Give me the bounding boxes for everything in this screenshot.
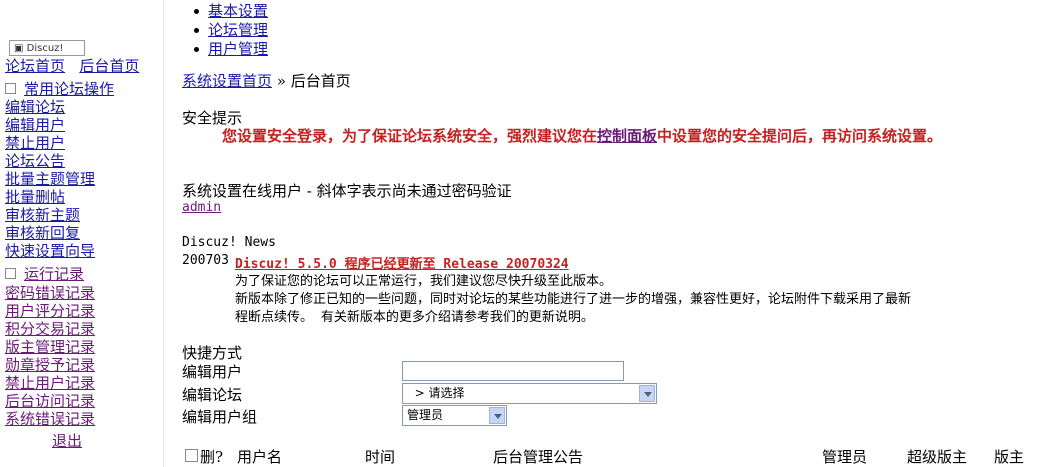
sidebar-item-link[interactable]: 密码错误记录 — [5, 284, 95, 302]
sidebar-item-link[interactable]: 用户评分记录 — [5, 302, 95, 320]
sidebar-item[interactable]: 批量删帖 — [5, 188, 65, 206]
sidebar-item-link[interactable]: 禁止用户记录 — [5, 374, 95, 392]
sidebar-item-link[interactable]: 勋章授予记录 — [5, 356, 95, 374]
sidebar-item[interactable]: 禁止用户记录 — [5, 374, 95, 392]
admin-home-link[interactable]: 后台首页 — [79, 57, 139, 75]
online-users-title: 系统设置在线用户 - 斜体字表示尚未通过密码验证 — [182, 182, 512, 200]
sidebar-item[interactable]: 后台访问记录 — [5, 392, 95, 410]
sidebar-item[interactable]: 积分交易记录 — [5, 320, 95, 338]
sidebar-item-link[interactable]: 审核新回复 — [5, 224, 80, 242]
sidebar: ▣ Discuz! 论坛首页 后台首页 常用论坛操作 编辑论坛 编辑用户 禁止用户论… — [0, 0, 164, 467]
sidebar-item[interactable]: 版主管理记录 — [5, 338, 95, 356]
news-line-3: 程断点续传。 有关新版本的更多介绍请参考我们的更新说明。 — [235, 310, 594, 325]
sidebar-item-link[interactable]: 编辑论坛 — [5, 98, 65, 116]
sidebar-item-link[interactable]: 批量主题管理 — [5, 170, 95, 188]
table-header-moderator: 版主 — [994, 448, 1025, 466]
sidebar-item-link[interactable]: 编辑用户 — [5, 116, 65, 134]
table-header-delete: 删? — [185, 446, 223, 467]
sidebar-item[interactable]: 勋章授予记录 — [5, 356, 95, 374]
sidebar-home-links: 论坛首页 后台首页 — [5, 57, 139, 75]
sidebar-section-logs[interactable]: 运行记录 — [5, 265, 84, 283]
logo-text: Discuz! — [26, 43, 64, 54]
sidebar-item[interactable]: 论坛公告 — [5, 152, 65, 170]
top-nav-item[interactable]: 用户管理 — [190, 40, 268, 59]
sidebar-item-link[interactable]: 版主管理记录 — [5, 338, 95, 356]
edit-user-label: 编辑用户 — [182, 363, 243, 381]
top-nav: 基本设置 论坛管理 用户管理 — [190, 2, 268, 59]
edit-group-label: 编辑用户组 — [182, 408, 258, 426]
table-header-super-moderator: 超级版主 — [907, 448, 968, 466]
table-header-time: 时间 — [365, 448, 396, 466]
sidebar-item-link[interactable]: 积分交易记录 — [5, 320, 95, 338]
news-title: Discuz! News — [182, 235, 276, 250]
security-warning: 您设置安全登录，为了保证论坛系统安全，强烈建议您在控制面板中设置您的安全提问后，… — [222, 125, 942, 146]
sidebar-item-link[interactable]: 论坛公告 — [5, 152, 65, 170]
sidebar-item[interactable]: 快速设置向导 — [5, 242, 95, 260]
online-user-admin[interactable]: admin — [182, 200, 221, 215]
breadcrumb: 系统设置首页 » 后台首页 — [182, 70, 351, 91]
collapse-checkbox[interactable] — [5, 268, 16, 279]
news-line-1: 为了保证您的论坛可以正常运行，我们建议您尽快升级至此版本。 — [235, 274, 613, 289]
table-header-delete-label: 删? — [200, 448, 224, 466]
control-panel-link[interactable]: 控制面板 — [597, 127, 657, 145]
sidebar-item[interactable]: 编辑论坛 — [5, 98, 65, 116]
select-all-checkbox[interactable] — [185, 449, 198, 462]
sidebar-item[interactable]: 系统错误记录 — [5, 410, 95, 428]
logout-link[interactable]: 退出 — [52, 432, 82, 450]
table-header-notice: 后台管理公告 — [493, 448, 584, 466]
top-nav-user-management[interactable]: 用户管理 — [208, 40, 268, 58]
top-nav-forum-management[interactable]: 论坛管理 — [208, 21, 268, 39]
top-nav-item[interactable]: 基本设置 — [190, 2, 268, 21]
edit-forum-select[interactable]: > 请选择 — [402, 383, 657, 404]
sidebar-item[interactable]: 批量主题管理 — [5, 170, 95, 188]
security-warning-text: 您设置安全登录，为了保证论坛系统安全，强烈建议您在 — [222, 127, 598, 145]
sidebar-item[interactable]: 密码错误记录 — [5, 284, 95, 302]
sidebar-item-link[interactable]: 快速设置向导 — [5, 242, 95, 260]
sidebar-item-link[interactable]: 禁止用户 — [5, 134, 65, 152]
logout-row: 退出 — [52, 432, 82, 450]
news-line-2: 新版本除了修正已知的一些问题，同时对论坛的某些功能进行了进一步的增强，兼容性更好… — [235, 292, 912, 307]
edit-forum-label: 编辑论坛 — [182, 386, 243, 404]
top-nav-item[interactable]: 论坛管理 — [190, 21, 268, 40]
edit-forum-selected: > 请选择 — [407, 386, 465, 400]
edit-user-input[interactable] — [402, 361, 624, 381]
chevron-down-icon[interactable] — [489, 407, 505, 424]
forum-home-link[interactable]: 论坛首页 — [5, 57, 65, 75]
logo-icon: ▣ — [14, 43, 24, 54]
sidebar-item[interactable]: 用户评分记录 — [5, 302, 95, 320]
chevron-down-icon[interactable] — [639, 385, 655, 402]
sidebar-item[interactable]: 审核新回复 — [5, 224, 80, 242]
edit-group-selected: 管理员 — [407, 408, 444, 422]
sidebar-item-link[interactable]: 批量删帖 — [5, 188, 65, 206]
sidebar-section-common[interactable]: 常用论坛操作 — [5, 80, 114, 98]
news-date: 200703 — [182, 253, 229, 268]
top-nav-basic-settings[interactable]: 基本设置 — [208, 2, 268, 20]
sidebar-item[interactable]: 禁止用户 — [5, 134, 65, 152]
section-common-title[interactable]: 常用论坛操作 — [24, 80, 114, 98]
sidebar-item[interactable]: 审核新主题 — [5, 206, 80, 224]
logo: ▣ Discuz! — [9, 40, 85, 56]
sidebar-item-link[interactable]: 系统错误记录 — [5, 410, 95, 428]
security-warning-text-after: 中设置您的安全提问后，再访问系统设置。 — [657, 127, 943, 145]
collapse-checkbox[interactable] — [5, 83, 16, 94]
section-logs-title[interactable]: 运行记录 — [24, 265, 84, 283]
breadcrumb-current: 后台首页 — [290, 72, 351, 90]
sidebar-item[interactable]: 编辑用户 — [5, 116, 65, 134]
table-header-username: 用户名 — [237, 448, 283, 466]
online-user-row: admin — [182, 200, 221, 215]
shortcuts-title: 快捷方式 — [182, 344, 243, 362]
sidebar-item-link[interactable]: 后台访问记录 — [5, 392, 95, 410]
sidebar-item-link[interactable]: 审核新主题 — [5, 206, 80, 224]
breadcrumb-settings-home[interactable]: 系统设置首页 — [182, 72, 272, 90]
table-header-admin: 管理员 — [822, 448, 868, 466]
edit-group-select[interactable]: 管理员 — [402, 405, 507, 426]
breadcrumb-separator: » — [276, 72, 286, 90]
